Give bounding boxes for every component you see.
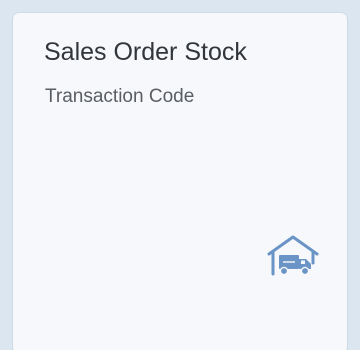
tile-subtitle: Transaction Code xyxy=(45,86,195,107)
warehouse-truck-icon xyxy=(264,225,322,283)
launchpad-background: Sales Order Stock Transaction Code xyxy=(0,0,360,350)
tile-title: Sales Order Stock xyxy=(44,38,247,66)
sales-order-stock-tile[interactable]: Sales Order Stock Transaction Code xyxy=(13,13,347,350)
